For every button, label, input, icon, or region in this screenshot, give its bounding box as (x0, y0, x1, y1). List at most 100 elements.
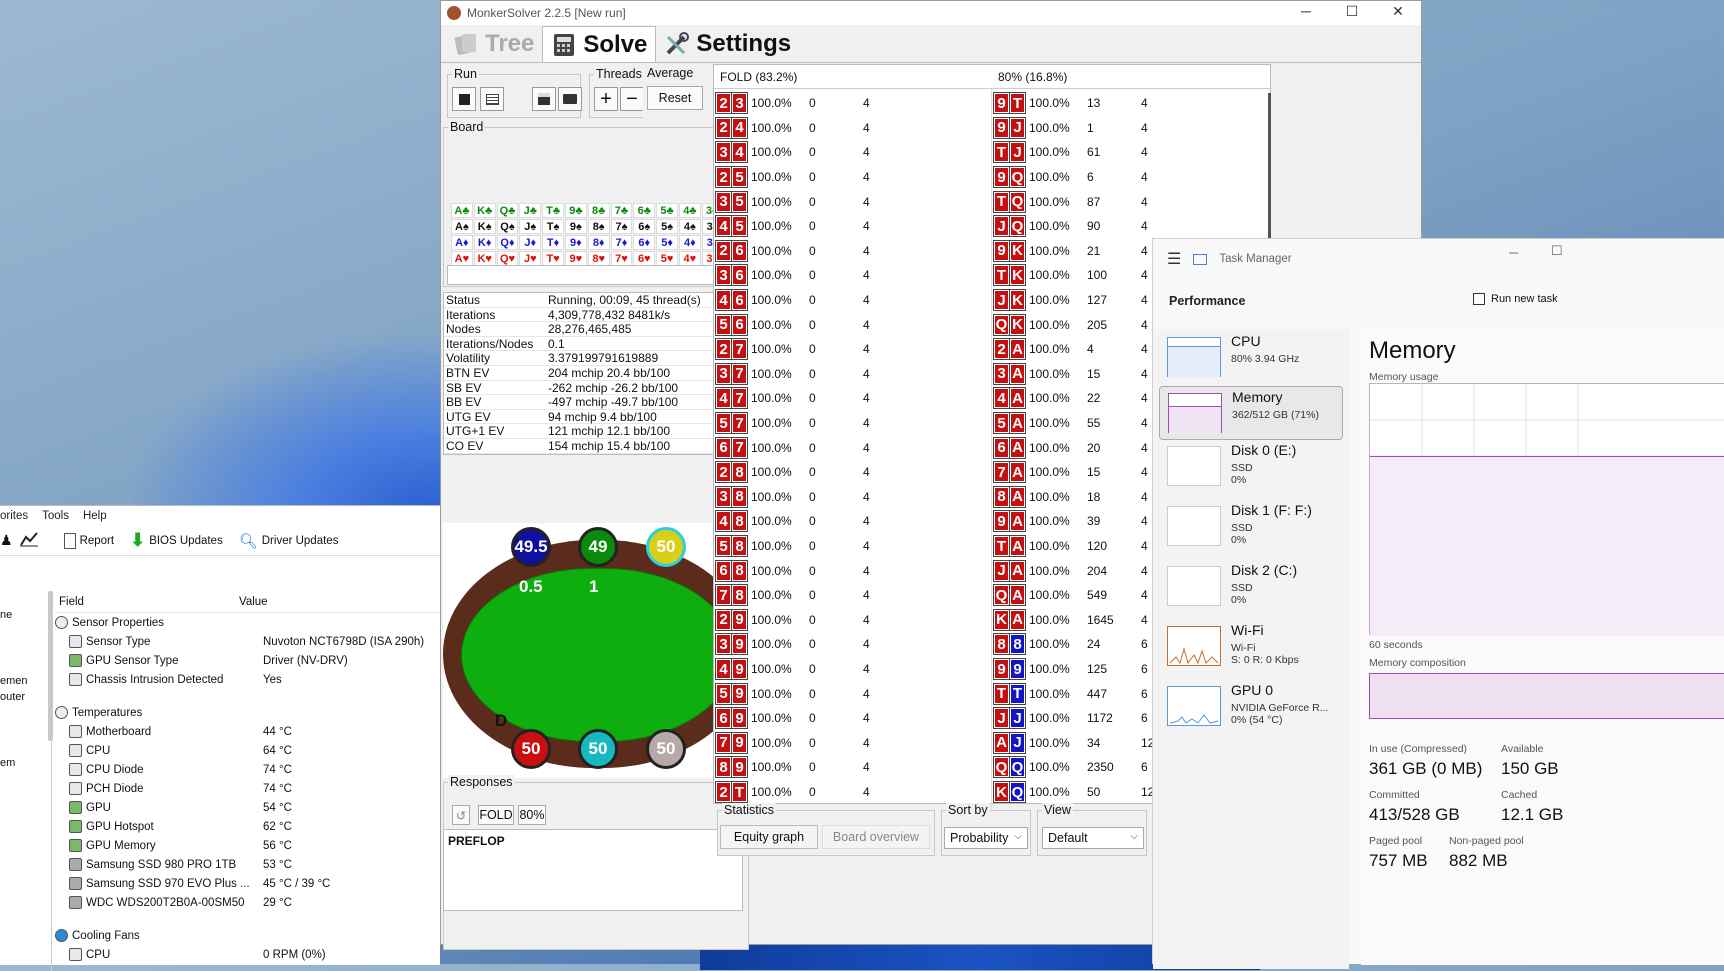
hand-row[interactable]: J A 100.0% 204 4 (993, 558, 1161, 583)
board-card[interactable]: Q♠ (496, 219, 519, 234)
hand-row[interactable]: 8 9 100.0% 0 4 (715, 755, 883, 780)
board-card[interactable]: T♥ (542, 251, 564, 266)
hand-row[interactable]: Q Q 100.0% 2350 6 (993, 755, 1161, 780)
perf-item-wi-fi[interactable]: Wi-Fi Wi-Fi S: 0 R: 0 Kbps (1159, 620, 1343, 674)
hand-row[interactable]: 4 8 100.0% 0 4 (715, 509, 883, 534)
hand-row[interactable]: 4 A 100.0% 22 4 (993, 386, 1161, 411)
hand-row[interactable]: 2 4 100.0% 0 4 (715, 116, 883, 141)
seat-utg[interactable]: 49.5 (511, 527, 551, 567)
undo-icon[interactable]: ↺ (452, 805, 470, 825)
board-overview-button[interactable]: Board overview (822, 825, 930, 849)
hand-row[interactable]: J K 100.0% 127 4 (993, 288, 1161, 313)
hand-row[interactable]: 7 8 100.0% 0 4 (715, 583, 883, 608)
add-thread-button[interactable]: + (594, 87, 618, 111)
tree-fragment[interactable]: emen (0, 675, 28, 687)
hand-row[interactable]: 9 9 100.0% 125 6 (993, 657, 1161, 682)
board-card[interactable]: Q♥ (496, 251, 519, 266)
sensor-row[interactable]: CPU Diode 74 °C (55, 760, 440, 779)
chart-line-icon[interactable] (19, 531, 39, 550)
hand-row[interactable]: 2 5 100.0% 0 4 (715, 165, 883, 190)
sensor-row[interactable]: Chassis Intrusion Detected Yes (55, 670, 440, 689)
hand-row[interactable]: 6 7 100.0% 0 4 (715, 435, 883, 460)
tree-fragment[interactable]: em (0, 757, 15, 769)
hand-row[interactable]: 2 6 100.0% 0 4 (715, 239, 883, 264)
board-card[interactable]: J♠ (519, 219, 542, 234)
board-card[interactable]: 4♥ (678, 251, 701, 266)
hand-row[interactable]: 7 9 100.0% 0 4 (715, 731, 883, 756)
hand-row[interactable]: 5 8 100.0% 0 4 (715, 534, 883, 559)
seat-utg1[interactable]: 49 (578, 527, 618, 567)
tree-fragment[interactable]: outer (0, 691, 25, 703)
board-card[interactable]: T♣ (542, 203, 564, 218)
board-card[interactable]: 7♠ (610, 219, 633, 234)
perf-item-cpu[interactable]: CPU 80% 3.94 GHz (1159, 331, 1343, 385)
hand-row[interactable]: A J 100.0% 34 12 (993, 731, 1161, 756)
log-button[interactable] (480, 87, 504, 111)
board-card[interactable]: 9♣ (564, 203, 587, 218)
hand-row[interactable]: 9 T 100.0% 13 4 (993, 91, 1161, 116)
perf-item-disk-2-c[interactable]: Disk 2 (C:) SSD 0% (1159, 560, 1343, 614)
hand-row[interactable]: 5 7 100.0% 0 4 (715, 411, 883, 436)
sensor-row[interactable]: CPU 64 °C (55, 741, 440, 760)
sensor-row[interactable]: CPU 0 RPM (0%) (55, 945, 440, 964)
hand-row[interactable]: Q K 100.0% 205 4 (993, 312, 1161, 337)
value-column-header[interactable]: Value (235, 596, 268, 608)
hand-row[interactable]: 9 K 100.0% 21 4 (993, 239, 1161, 264)
board-card[interactable]: K♥ (473, 251, 496, 266)
hand-row[interactable]: T J 100.0% 61 4 (993, 140, 1161, 165)
bios-updates-button[interactable]: ⬇ BIOS Updates (125, 530, 228, 551)
hand-row[interactable]: 2 8 100.0% 0 4 (715, 460, 883, 485)
hand-row[interactable]: 8 8 100.0% 24 6 (993, 632, 1161, 657)
board-card[interactable]: 4♦ (678, 235, 701, 250)
open-button[interactable] (558, 87, 582, 111)
maximize-button[interactable]: ☐ (1329, 1, 1375, 25)
hand-row[interactable]: 3 6 100.0% 0 4 (715, 263, 883, 288)
hand-row[interactable]: 4 6 100.0% 0 4 (715, 288, 883, 313)
board-card[interactable]: J♣ (519, 203, 542, 218)
hand-row[interactable]: 2 3 100.0% 0 4 (715, 91, 883, 116)
report-button[interactable]: Report (59, 532, 120, 549)
sensor-row[interactable]: WDC WDS200T2B0A-00SM50 29 °C (55, 893, 440, 912)
minimize-button[interactable]: ─ (1509, 245, 1518, 260)
response-fold[interactable]: FOLD (478, 805, 514, 825)
board-card[interactable]: 8♠ (587, 219, 610, 234)
equity-graph-button[interactable]: Equity graph (720, 825, 818, 849)
sensor-row[interactable]: Sensor Type Nuvoton NCT6798D (ISA 290h) (55, 632, 440, 651)
board-card[interactable]: 5♣ (656, 203, 678, 218)
menu-tools[interactable]: Tools (42, 510, 69, 522)
board-card[interactable]: K♠ (473, 219, 496, 234)
person-icon[interactable]: ♟ (0, 532, 13, 549)
hand-row[interactable]: 6 A 100.0% 20 4 (993, 435, 1161, 460)
hand-row[interactable]: J Q 100.0% 90 4 (993, 214, 1161, 239)
hand-row[interactable]: 4 7 100.0% 0 4 (715, 386, 883, 411)
board-card[interactable]: 7♥ (610, 251, 633, 266)
sensor-row[interactable]: GPU 54 °C (55, 798, 440, 817)
hand-row[interactable]: 9 J 100.0% 1 4 (993, 116, 1161, 141)
board-card[interactable]: 5♥ (656, 251, 678, 266)
board-card[interactable]: 8♦ (587, 235, 610, 250)
sort-by-select[interactable]: Probability ⌵ (944, 827, 1028, 849)
save-button[interactable] (532, 87, 556, 111)
board-card[interactable]: T♦ (542, 235, 564, 250)
fold-column-header[interactable]: FOLD (83.2%) (714, 65, 992, 89)
sensor-row[interactable]: GPU Sensor Type Driver (NV-DRV) (55, 651, 440, 670)
board-card[interactable]: A♦ (451, 235, 473, 250)
hand-row[interactable]: 4 5 100.0% 0 4 (715, 214, 883, 239)
hand-row[interactable]: 5 A 100.0% 55 4 (993, 411, 1161, 436)
board-card[interactable]: 6♥ (633, 251, 656, 266)
hand-row[interactable]: 2 9 100.0% 0 4 (715, 608, 883, 633)
board-card[interactable]: J♦ (519, 235, 542, 250)
hand-row[interactable]: 4 9 100.0% 0 4 (715, 657, 883, 682)
board-card[interactable]: T♠ (542, 219, 564, 234)
board-card[interactable]: Q♣ (496, 203, 519, 218)
board-card[interactable]: A♥ (451, 251, 473, 266)
board-card[interactable]: 9♦ (564, 235, 587, 250)
perf-item-disk-1-f-f[interactable]: Disk 1 (F: F:) SSD 0% (1159, 500, 1343, 554)
hand-row[interactable]: T K 100.0% 100 4 (993, 263, 1161, 288)
seat-sb[interactable]: 50 (578, 729, 618, 769)
perf-item-gpu-0[interactable]: GPU 0 NVIDIA GeForce R... 0% (54 °C) (1159, 680, 1343, 734)
hand-row[interactable]: 7 A 100.0% 15 4 (993, 460, 1161, 485)
board-card[interactable]: 7♦ (610, 235, 633, 250)
sensor-group-row[interactable]: Cooling Fans (55, 926, 440, 945)
board-card[interactable]: A♠ (451, 219, 473, 234)
